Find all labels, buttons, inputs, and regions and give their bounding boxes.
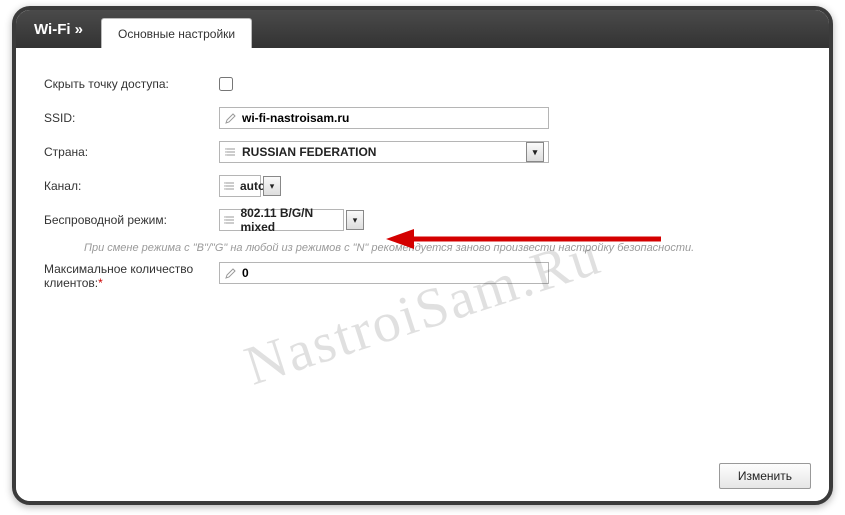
row-max-clients: Максимальное количество клиентов:* — [44, 262, 805, 290]
footer: Изменить — [719, 463, 811, 489]
input-max-clients[interactable] — [242, 266, 532, 280]
label-hide-ap: Скрыть точку доступа: — [44, 77, 219, 91]
chevron-down-icon[interactable]: ▾ — [263, 176, 281, 196]
input-ssid-box — [219, 107, 549, 129]
row-hide-ap: Скрыть точку доступа: — [44, 72, 805, 96]
row-channel: Канал: auto ▾ — [44, 174, 805, 198]
row-ssid: SSID: — [44, 106, 805, 130]
list-icon — [224, 179, 236, 193]
pencil-icon — [224, 266, 238, 280]
label-ssid: SSID: — [44, 111, 219, 125]
row-country: Страна: RUSSIAN FEDERATION ▾ — [44, 140, 805, 164]
chevron-down-icon[interactable]: ▾ — [346, 210, 364, 230]
checkbox-hide-ap[interactable] — [219, 77, 233, 91]
input-ssid[interactable] — [242, 111, 532, 125]
select-channel[interactable]: auto — [219, 175, 261, 197]
apply-button[interactable]: Изменить — [719, 463, 811, 489]
mode-change-note: При смене режима с "B"/"G" на любой из р… — [84, 242, 805, 254]
label-channel: Канал: — [44, 179, 219, 193]
select-country[interactable]: RUSSIAN FEDERATION ▾ — [219, 141, 549, 163]
breadcrumb[interactable]: Wi-Fi » — [26, 21, 101, 48]
select-country-value: RUSSIAN FEDERATION — [242, 145, 376, 159]
tab-basic-settings[interactable]: Основные настройки — [101, 18, 252, 49]
list-icon — [224, 213, 236, 227]
app-frame: Wi-Fi » Основные настройки ◀ Скрыть точк… — [12, 6, 833, 505]
select-channel-value: auto — [240, 179, 265, 193]
label-wireless-mode: Беспроводной режим: — [44, 213, 219, 227]
header-bar: Wi-Fi » Основные настройки — [16, 10, 829, 48]
label-max-clients: Максимальное количество клиентов:* — [44, 262, 219, 290]
label-country: Страна: — [44, 145, 219, 159]
pencil-icon — [224, 111, 238, 125]
select-wireless-mode-value: 802.11 B/G/N mixed — [240, 206, 339, 234]
chevron-down-icon[interactable]: ▾ — [526, 142, 544, 162]
row-wireless-mode: Беспроводной режим: 802.11 B/G/N mixed ▾ — [44, 208, 805, 232]
list-icon — [224, 145, 238, 159]
input-max-clients-box — [219, 262, 549, 284]
select-wireless-mode[interactable]: 802.11 B/G/N mixed — [219, 209, 344, 231]
content-area: Скрыть точку доступа: SSID: Страна: — [16, 48, 829, 501]
